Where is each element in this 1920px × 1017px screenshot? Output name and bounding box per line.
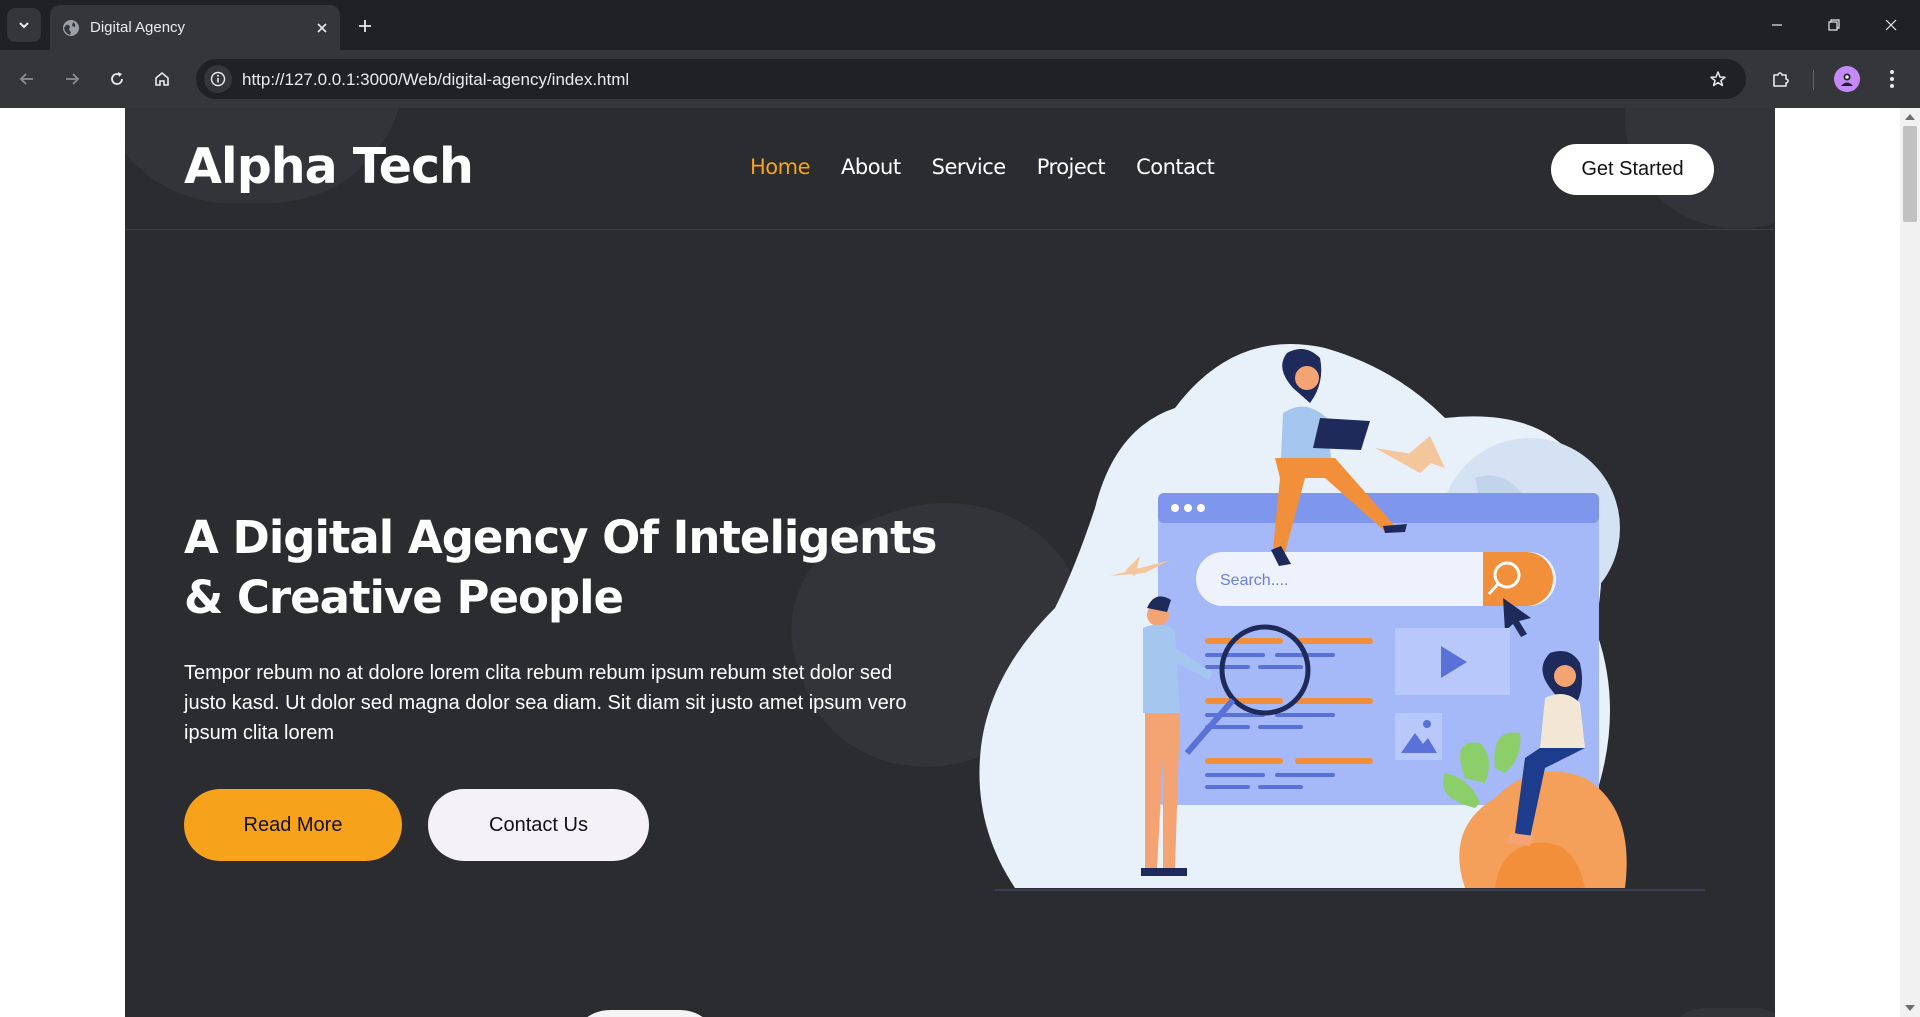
arrow-left-icon [19,73,33,85]
nav-home[interactable]: Home [750,155,811,179]
restore-icon [1828,19,1840,31]
get-started-button[interactable]: Get Started [1551,144,1714,195]
scrollbar-thumb[interactable] [1903,126,1917,222]
browser-menu-button[interactable] [1880,64,1904,94]
reload-button[interactable] [102,64,132,94]
new-tab-button[interactable] [352,13,378,39]
hero-illustration: Search.... [979,344,1705,891]
more-vert-icon [1890,70,1894,88]
extensions-button[interactable] [1766,64,1796,94]
read-more-button[interactable]: Read More [184,789,402,861]
home-icon [155,71,169,86]
hero-section: Alpha Tech Home About Service Project Co… [125,108,1775,1017]
site-header: Alpha Tech Home About Service Project Co… [125,108,1775,230]
close-tab-icon[interactable] [312,18,332,38]
nav-service[interactable]: Service [932,155,1007,179]
nav-contact[interactable]: Contact [1136,155,1215,179]
scroll-up-arrow-icon[interactable] [1905,114,1915,120]
globe-icon [63,20,79,36]
arrow-right-icon [66,73,80,85]
browser-toolbar: http://127.0.0.1:3000/Web/digital-agency… [0,50,1920,108]
tab-search-button[interactable] [7,8,41,42]
contact-us-button[interactable]: Contact Us [428,789,649,861]
background-blob [1665,1008,1775,1017]
restore-button[interactable] [1821,12,1847,38]
search-placeholder: Search.... [1220,572,1288,589]
site-info-icon[interactable] [204,65,232,93]
page-scrollbar[interactable] [1900,108,1920,1017]
section-peek-shape [570,1010,720,1017]
minimize-icon [1772,24,1782,26]
page-viewport: Alpha Tech Home About Service Project Co… [0,108,1920,1017]
hero-title-line-2: & Creative People [184,571,624,624]
browser-tab[interactable]: Digital Agency [50,5,340,50]
reload-icon [111,72,123,85]
bookmark-star-icon[interactable] [1706,67,1730,91]
chevron-down-icon [19,22,29,29]
profile-avatar[interactable] [1834,66,1860,92]
url-text[interactable]: http://127.0.0.1:3000/Web/digital-agency… [242,70,629,90]
site-logo[interactable]: Alpha Tech [184,138,474,195]
close-icon [1885,19,1897,31]
minimize-button[interactable] [1764,12,1790,38]
avatar-icon [1841,73,1853,86]
address-bar[interactable]: http://127.0.0.1:3000/Web/digital-agency… [196,59,1746,99]
browser-tab-bar: Digital Agency [0,0,1920,50]
hero-title: A Digital Agency Of Inteligents & Creati… [184,508,964,628]
back-button[interactable] [12,64,42,94]
tab-title: Digital Agency [90,19,186,36]
main-nav: Home About Service Project Contact [750,155,1215,179]
forward-button[interactable] [57,64,87,94]
close-window-button[interactable] [1878,12,1904,38]
plus-icon [359,20,371,32]
hero-description: Tempor rebum no at dolore lorem clita re… [184,662,907,744]
nav-about[interactable]: About [841,155,901,179]
home-button[interactable] [147,64,177,94]
puzzle-icon [1773,72,1789,87]
nav-project[interactable]: Project [1037,155,1106,179]
toolbar-divider [1813,70,1814,90]
hero-title-line-1: A Digital Agency Of Inteligents [184,511,937,564]
scroll-down-arrow-icon[interactable] [1905,1005,1915,1011]
